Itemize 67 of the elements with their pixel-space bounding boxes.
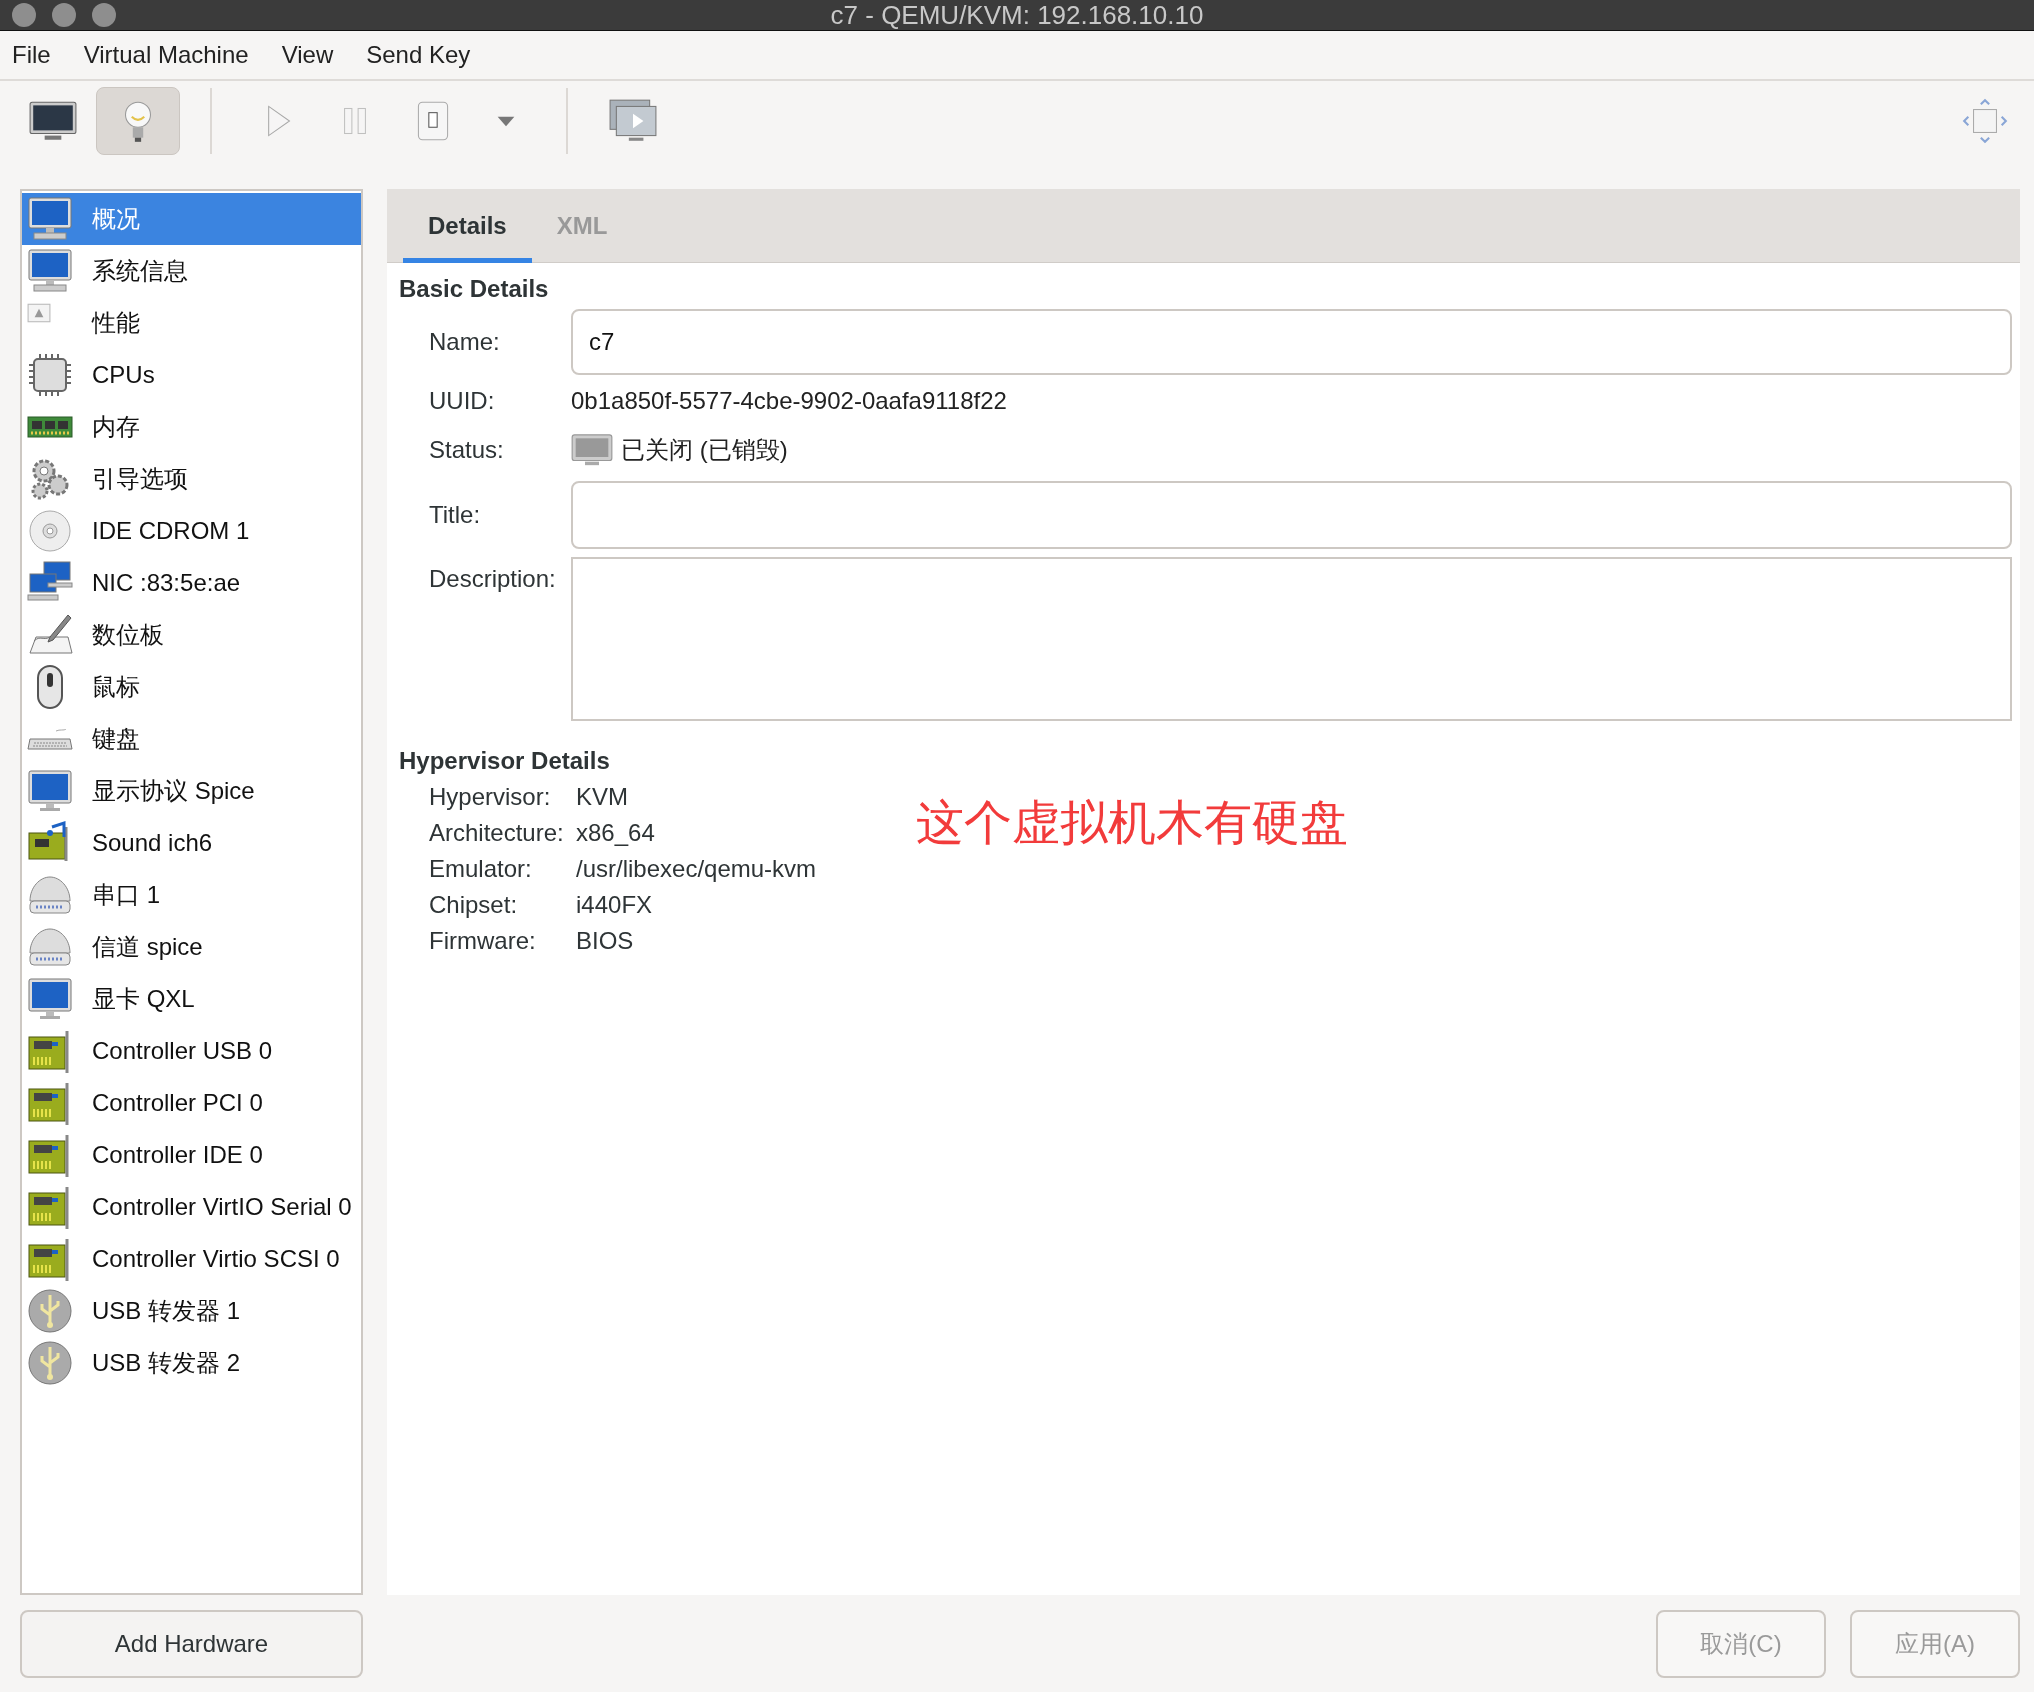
sidebar-item[interactable]: 显示协议 Spice <box>22 765 361 817</box>
sidebar-item[interactable]: Sound ich6 <box>22 817 361 869</box>
title-field[interactable] <box>571 481 2012 549</box>
field-label: Description: <box>429 564 557 593</box>
document-icon <box>27 303 51 323</box>
field-label: Chipset: <box>429 890 519 920</box>
sidebar-item[interactable]: NIC :83:5e:ae <box>22 557 361 609</box>
minimize-window-dot[interactable] <box>52 3 76 27</box>
field-value: KVM <box>576 782 629 812</box>
sidebar-item[interactable]: 显卡 QXL <box>22 973 361 1025</box>
sidebar-item[interactable]: 键盘 <box>22 713 361 765</box>
sidebar-item[interactable]: 信道 spice <box>22 921 361 973</box>
status-value: 已关闭 (已销毁) <box>621 435 788 465</box>
field-label: Status: <box>429 436 505 464</box>
uuid-value: 0b1a850f-5577-4cbe-9902-0aafa9118f22 <box>571 387 1008 415</box>
sidebar-item[interactable]: Controller Virtio SCSI 0 <box>22 1233 361 1285</box>
sidebar-item[interactable]: Controller IDE 0 <box>22 1129 361 1181</box>
section-heading: Basic Details <box>399 274 550 304</box>
field-value: BIOS <box>576 926 635 956</box>
disc-icon <box>26 507 74 555</box>
sidebar-item[interactable]: 性能 <box>22 297 361 349</box>
sidebar-item[interactable]: USB 转发器 1 <box>22 1285 361 1337</box>
keyboard-icon <box>27 728 73 750</box>
monitor-icon <box>26 247 74 295</box>
add-hardware-button[interactable]: Add Hardware <box>20 1609 363 1678</box>
menu-item[interactable]: Virtual Machine <box>83 41 249 69</box>
zoom-window-dot[interactable] <box>92 3 116 27</box>
field-label: Firmware: <box>429 926 537 956</box>
field-label: Hypervisor: <box>429 782 552 812</box>
sidebar-item[interactable]: Controller VirtIO Serial 0 <box>22 1181 361 1233</box>
sidebar-item[interactable]: 系统信息 <box>22 245 361 297</box>
sidebar-item[interactable]: 鼠标 <box>22 661 361 713</box>
sidebar-item[interactable]: Controller USB 0 <box>22 1025 361 1077</box>
usb-icon <box>26 1287 74 1335</box>
annotation-text: 这个虚拟机木有硬盘 <box>916 795 1349 851</box>
tab[interactable]: Details <box>403 189 532 263</box>
field-value: /usr/libexec/qemu-kvm <box>576 854 817 884</box>
sidebar-item[interactable]: 概况 <box>22 193 361 245</box>
menu-item[interactable]: File <box>12 41 51 69</box>
field-label: Architecture: <box>429 818 565 848</box>
resize-icon[interactable] <box>1960 96 2010 146</box>
sidebar-item[interactable]: 内存 <box>22 401 361 453</box>
field-value: i440FX <box>576 890 654 920</box>
close-window-dot[interactable] <box>12 3 36 27</box>
field-label: UUID: <box>429 387 496 415</box>
sidebar-item[interactable]: 引导选项 <box>22 453 361 505</box>
field-label: Name: <box>429 328 501 356</box>
name-field[interactable]: c7 <box>571 309 2012 375</box>
toggle-button[interactable] <box>96 87 180 155</box>
section-heading: Hypervisor Details <box>399 746 611 776</box>
description-field[interactable] <box>571 557 2012 721</box>
field-label: Emulator: <box>429 854 533 884</box>
chip-icon <box>26 351 74 399</box>
field-label: Title: <box>429 501 482 529</box>
sidebar-item[interactable]: USB 转发器 2 <box>22 1337 361 1389</box>
sidebar-item[interactable]: 数位板 <box>22 609 361 661</box>
monitor-icon <box>571 433 613 467</box>
menu-item[interactable]: View <box>281 41 334 69</box>
menu-item[interactable]: Send Key <box>366 41 471 69</box>
field-value: x86_64 <box>576 818 656 848</box>
sidebar-item[interactable]: 串口 1 <box>22 869 361 921</box>
usb-icon <box>26 1339 74 1387</box>
sidebar-item[interactable]: Controller PCI 0 <box>22 1077 361 1129</box>
monitor-icon <box>26 195 74 243</box>
sidebar-item[interactable]: IDE CDROM 1 <box>22 505 361 557</box>
window-title: c7 - QEMU/KVM: 192.168.10.10 <box>830 0 1204 31</box>
sidebar-item[interactable]: CPUs <box>22 349 361 401</box>
